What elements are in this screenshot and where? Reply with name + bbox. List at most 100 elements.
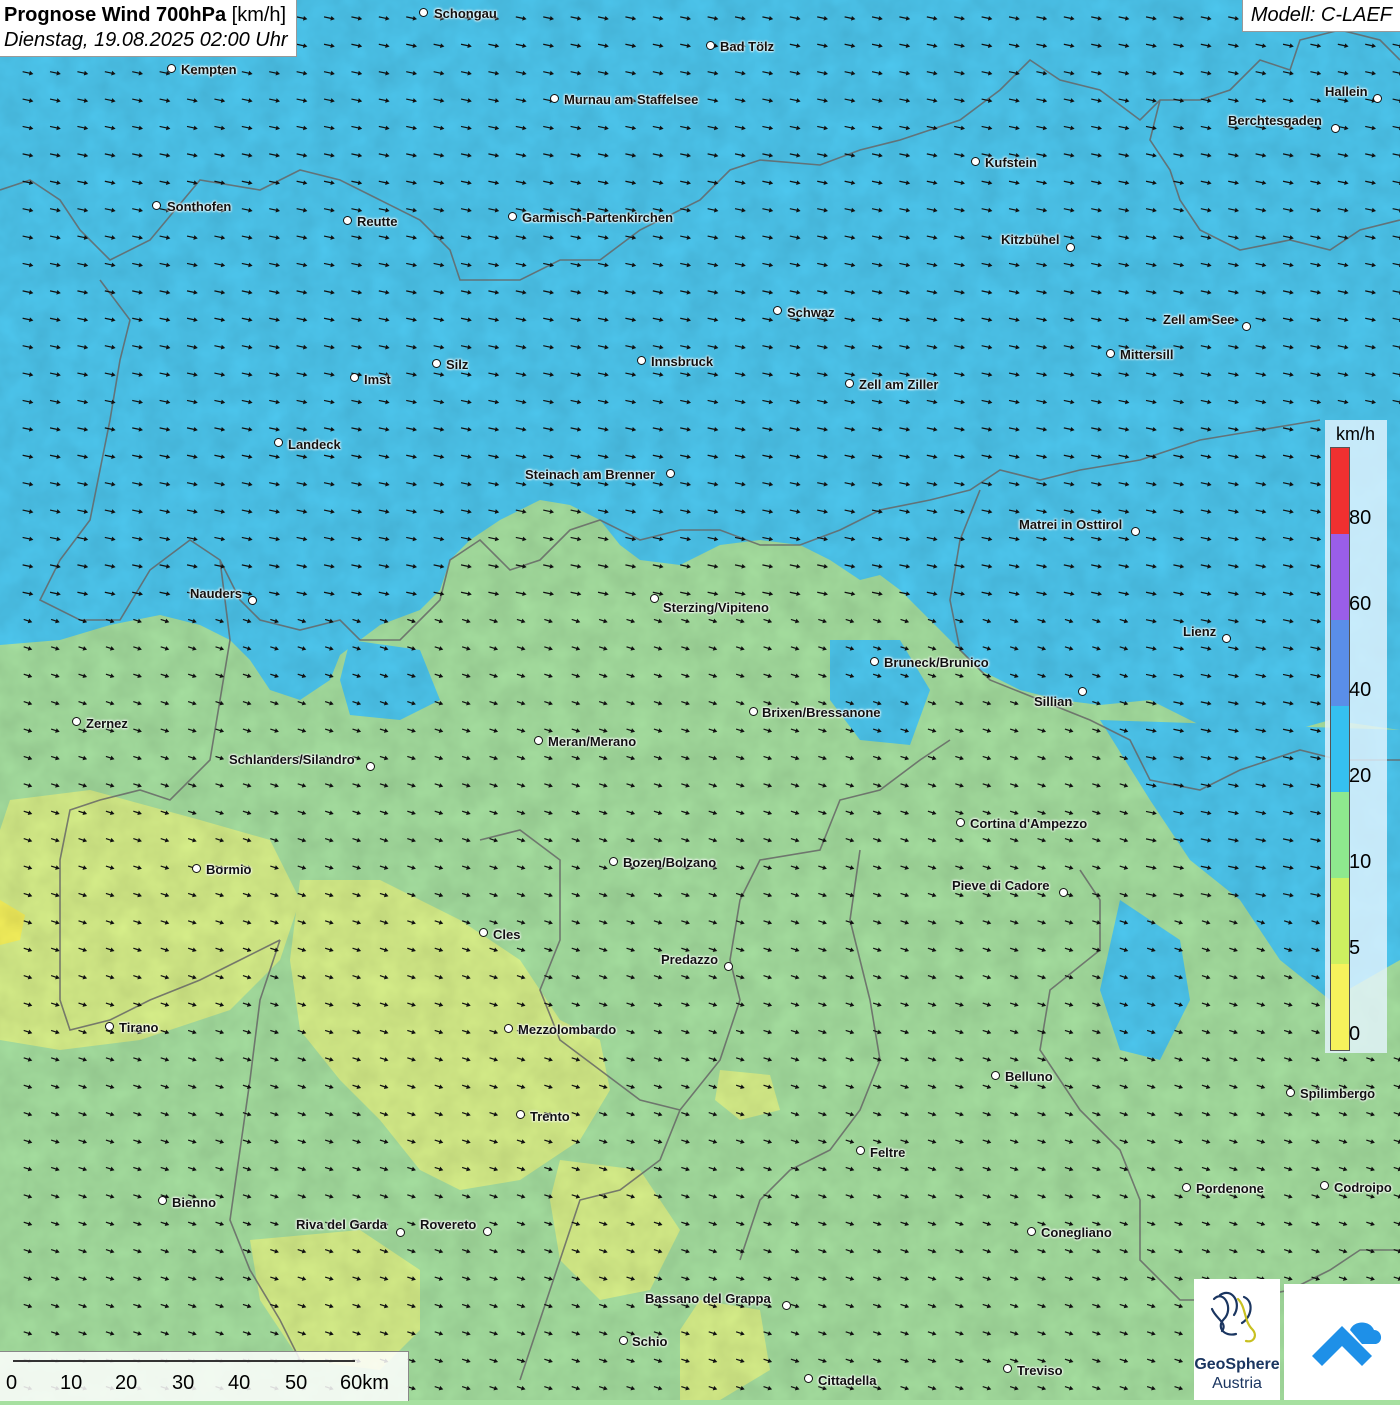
city-marker-silz <box>432 359 441 368</box>
scale-tick: 0 <box>6 1372 17 1395</box>
city-marker-reutte <box>343 216 352 225</box>
model-label: Modell: C-LAEF <box>1242 0 1400 32</box>
city-label-imst: Imst <box>364 372 391 387</box>
city-label-pieve-di-cadore: Pieve di Cadore <box>952 878 1050 893</box>
city-marker-murnau-am-staffelsee <box>550 94 559 103</box>
city-label-lienz: Lienz <box>1183 624 1216 639</box>
city-marker-zernez <box>72 717 81 726</box>
city-marker-bruneck-brunico <box>870 657 879 666</box>
city-marker-imst <box>350 373 359 382</box>
legend-tick: 40 <box>1349 679 1371 702</box>
city-label-garmisch-partenkirchen: Garmisch-Partenkirchen <box>522 210 673 225</box>
city-label-kufstein: Kufstein <box>985 155 1037 170</box>
legend-segment <box>1331 964 1349 1050</box>
city-marker-tirano <box>105 1022 114 1031</box>
city-marker-bozen-bolzano <box>609 857 618 866</box>
city-label-cles: Cles <box>493 927 520 942</box>
city-label-bienno: Bienno <box>172 1195 216 1210</box>
city-marker-mezzolombardo <box>504 1024 513 1033</box>
city-label-bozen-bolzano: Bozen/Bolzano <box>623 855 716 870</box>
city-marker-trento <box>516 1110 525 1119</box>
city-marker-conegliano <box>1027 1227 1036 1236</box>
city-marker-cortina-d-ampezzo <box>956 818 965 827</box>
city-marker-innsbruck <box>637 356 646 365</box>
city-label-sillian: Sillian <box>1034 694 1072 709</box>
legend-segment <box>1331 792 1349 878</box>
city-label-matrei-in-osttirol: Matrei in Osttirol <box>1019 517 1122 532</box>
city-label-codroipo: Codroipo <box>1334 1180 1392 1195</box>
scale-tick: 30 <box>172 1372 194 1395</box>
city-label-spilimbergo: Spilimbergo <box>1300 1086 1375 1101</box>
city-label-tirano: Tirano <box>119 1020 159 1035</box>
city-label-meran-merano: Meran/Merano <box>548 734 636 749</box>
weather-app-logo[interactable] <box>1284 1284 1400 1400</box>
city-marker-kitzb-hel <box>1066 243 1075 252</box>
scale-bar: 0102030405060km <box>0 1351 409 1401</box>
color-legend: km/h 806040201050 <box>1325 420 1387 1053</box>
city-marker-belluno <box>991 1071 1000 1080</box>
city-label-cortina-d-ampezzo: Cortina d'Ampezzo <box>970 816 1087 831</box>
scale-tick: 50 <box>285 1372 307 1395</box>
city-marker-bad-t-lz <box>706 41 715 50</box>
title-unit: [km/h] <box>232 4 286 26</box>
city-marker-codroipo <box>1320 1181 1329 1190</box>
city-label-riva-del-garda: Riva del Garda <box>296 1217 387 1232</box>
city-marker-meran-merano <box>534 736 543 745</box>
legend-unit: km/h <box>1336 424 1375 445</box>
city-label-rovereto: Rovereto <box>420 1217 476 1232</box>
city-label-steinach-am-brenner: Steinach am Brenner <box>525 467 655 482</box>
city-marker-matrei-in-osttirol <box>1131 527 1140 536</box>
legend-tick: 80 <box>1349 507 1371 530</box>
city-label-schlanders-silandro: Schlanders/Silandro <box>229 752 355 767</box>
city-marker-zell-am-ziller <box>845 379 854 388</box>
geosphere-logo[interactable]: GeoSphere Austria <box>1194 1279 1280 1400</box>
geosphere-emblem-icon <box>1194 1279 1280 1355</box>
city-marker-riva-del-garda <box>396 1228 405 1237</box>
city-marker-bassano-del-grappa <box>782 1301 791 1310</box>
legend-tick: 20 <box>1349 765 1371 788</box>
geosphere-name: GeoSphere <box>1194 1356 1280 1374</box>
city-marker-rovereto <box>483 1227 492 1236</box>
city-marker-berchtesgaden <box>1331 124 1340 133</box>
geosphere-sub: Austria <box>1194 1375 1280 1393</box>
city-marker-sterzing-vipiteno <box>650 594 659 603</box>
city-label-murnau-am-staffelsee: Murnau am Staffelsee <box>564 92 698 107</box>
city-marker-feltre <box>856 1146 865 1155</box>
scale-tick: 20 <box>115 1372 137 1395</box>
city-label-pordenone: Pordenone <box>1196 1181 1264 1196</box>
city-label-zell-am-ziller: Zell am Ziller <box>859 377 938 392</box>
city-marker-bormio <box>192 864 201 873</box>
city-label-predazzo: Predazzo <box>661 952 718 967</box>
forecast-datetime: Dienstag, 19.08.2025 02:00 Uhr <box>4 29 288 52</box>
scale-tick: 60km <box>340 1372 389 1395</box>
city-marker-zell-am-see <box>1242 322 1251 331</box>
map-title: Prognose Wind 700hPa [km/h] <box>4 4 288 27</box>
city-label-feltre: Feltre <box>870 1145 905 1160</box>
city-marker-brixen-bressanone <box>749 707 758 716</box>
city-label-zell-am-see: Zell am See <box>1163 312 1235 327</box>
legend-segment <box>1331 878 1349 964</box>
city-label-innsbruck: Innsbruck <box>651 354 713 369</box>
legend-color-bar <box>1330 447 1350 1051</box>
city-marker-schio <box>619 1336 628 1345</box>
city-marker-cles <box>479 928 488 937</box>
city-marker-predazzo <box>724 962 733 971</box>
city-label-belluno: Belluno <box>1005 1069 1053 1084</box>
title-name: Prognose Wind 700hPa <box>4 4 226 26</box>
city-label-schongau: Schongau <box>434 6 497 21</box>
city-marker-kufstein <box>971 157 980 166</box>
legend-tick: 60 <box>1349 593 1371 616</box>
city-marker-sonthofen <box>152 201 161 210</box>
city-label-bruneck-brunico: Bruneck/Brunico <box>884 655 989 670</box>
cloud-arrow-icon <box>1284 1284 1400 1400</box>
city-marker-schwaz <box>773 306 782 315</box>
city-label-hallein: Hallein <box>1325 84 1368 99</box>
scale-tick: 10 <box>60 1372 82 1395</box>
legend-segment <box>1331 534 1349 620</box>
city-marker-sillian <box>1078 687 1087 696</box>
city-marker-pieve-di-cadore <box>1059 888 1068 897</box>
city-label-trento: Trento <box>530 1109 570 1124</box>
city-label-sterzing-vipiteno: Sterzing/Vipiteno <box>663 600 769 615</box>
city-label-sonthofen: Sonthofen <box>167 199 231 214</box>
map-title-box: Prognose Wind 700hPa [km/h] Dienstag, 19… <box>0 0 297 57</box>
